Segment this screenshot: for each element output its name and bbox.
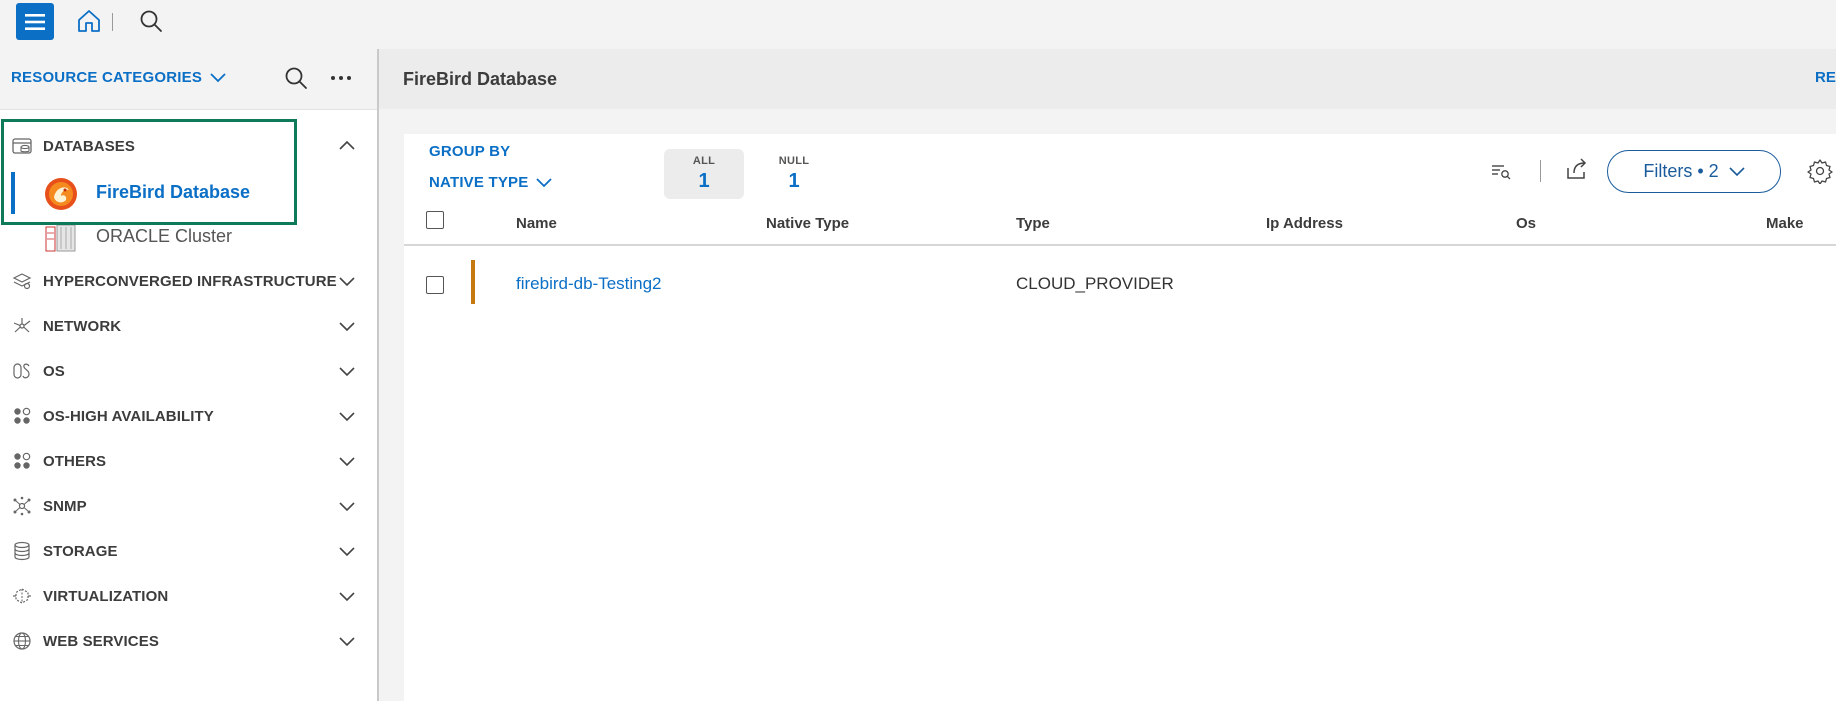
category-hyperconverged-infrastructure[interactable]: HYPERCONVERGED INFRASTRUCTURE: [0, 263, 377, 299]
group-by-value: NATIVE TYPE: [429, 174, 529, 191]
oracle-cluster-icon: [45, 224, 76, 252]
group-by-label: GROUP BY: [429, 143, 511, 160]
firebird-icon: [45, 178, 77, 210]
category-web-services[interactable]: WEB SERVICES: [0, 623, 377, 659]
category-label: OS: [43, 362, 65, 380]
share-export-icon: [1567, 158, 1587, 179]
category-os[interactable]: OS: [0, 353, 377, 389]
hyperconverged-icon: [12, 273, 32, 290]
count-label: ALL: [692, 155, 716, 167]
row-type: CLOUD_PROVIDER: [1016, 274, 1174, 293]
category-label: HYPERCONVERGED INFRASTRUCTURE: [43, 272, 337, 290]
chevron-down-icon: [339, 637, 355, 647]
column-header-type[interactable]: Type: [1016, 215, 1050, 232]
category-databases[interactable]: DATABASES: [0, 128, 377, 164]
column-header-ip-address[interactable]: Ip Address: [1266, 215, 1343, 232]
sidebar-item-oracle-cluster[interactable]: ORACLE Cluster: [0, 216, 377, 256]
category-label: NETWORK: [43, 317, 122, 335]
chevron-down-icon: [339, 412, 355, 422]
group-by-select[interactable]: NATIVE TYPE: [429, 174, 553, 191]
toolbar-divider: [1540, 160, 1541, 182]
column-header-name[interactable]: Name: [516, 215, 557, 232]
column-header-make[interactable]: Make: [1766, 215, 1804, 232]
category-label: OTHERS: [43, 452, 107, 470]
column-header-native-type[interactable]: Native Type: [766, 215, 849, 232]
chevron-down-icon: [339, 547, 355, 557]
divider: [112, 13, 113, 31]
row-status-flag: [471, 260, 475, 304]
settings-button[interactable]: [1807, 158, 1833, 184]
chevron-down-icon: [1729, 166, 1745, 176]
category-os-high-availability[interactable]: OS-HIGH AVAILABILITY: [0, 398, 377, 434]
database-icon: [12, 138, 32, 154]
row-name-link[interactable]: firebird-db-Testing2: [516, 274, 662, 294]
export-button[interactable]: [1564, 156, 1590, 182]
sidebar-item-firebird-database[interactable]: FireBird Database: [0, 172, 377, 212]
category-storage[interactable]: STORAGE: [0, 533, 377, 569]
resource-categories-dropdown[interactable]: RESOURCE CATEGORIES: [11, 69, 226, 86]
resource-list-card: GROUP BY NATIVE TYPE ALL 1 NULL 1 Filter…: [404, 134, 1836, 701]
category-label: WEB SERVICES: [43, 632, 159, 650]
column-search-button[interactable]: [1488, 158, 1514, 184]
network-icon: [13, 318, 31, 333]
category-others[interactable]: OTHERS: [0, 443, 377, 479]
top-bar: [0, 0, 1836, 49]
sidebar-item-label: ORACLE Cluster: [96, 226, 233, 246]
chevron-up-icon: [339, 140, 355, 150]
sidebar-header: RESOURCE CATEGORIES: [0, 49, 377, 110]
page-title: FireBird Database: [403, 69, 558, 89]
select-all-checkbox[interactable]: [426, 211, 444, 229]
chevron-down-icon: [210, 72, 226, 82]
count-label: NULL: [778, 155, 810, 167]
filters-button[interactable]: Filters • 2: [1607, 150, 1781, 193]
more-horizontal-icon: [331, 76, 351, 80]
count-value: 1: [698, 170, 710, 192]
snmp-icon: [13, 496, 31, 516]
count-value: 1: [788, 170, 800, 192]
chevron-down-icon: [339, 457, 355, 467]
chevron-down-icon: [536, 177, 553, 187]
sidebar-search-button[interactable]: [283, 65, 309, 91]
global-search-button[interactable]: [138, 8, 164, 34]
filters-label: Filters • 2: [1643, 161, 1719, 181]
hamburger-icon: [25, 13, 45, 30]
virtualization-icon: [13, 588, 31, 604]
others-icon: [14, 452, 31, 469]
hamburger-menu-button[interactable]: [16, 3, 54, 40]
row-checkbox[interactable]: [426, 276, 444, 294]
gear-icon: [1807, 159, 1833, 184]
chevron-down-icon: [339, 367, 355, 377]
chevron-down-icon: [339, 277, 355, 287]
storage-icon: [14, 541, 30, 561]
chevron-down-icon: [339, 592, 355, 602]
category-label: DATABASES: [43, 137, 136, 155]
list-search-icon: [1492, 165, 1511, 180]
search-icon: [140, 10, 162, 32]
main-header: FireBird Database: [379, 49, 1836, 109]
header-action-link[interactable]: RE: [1815, 69, 1836, 86]
chevron-down-icon: [339, 502, 355, 512]
sidebar-more-button[interactable]: [328, 65, 354, 91]
category-label: STORAGE: [43, 542, 118, 560]
count-filter-all[interactable]: ALL 1: [664, 149, 744, 199]
category-label: SNMP: [43, 497, 87, 515]
sidebar-item-label: FireBird Database: [96, 182, 251, 202]
table-header: Name Native Type Type Ip Address Os Make: [404, 202, 1836, 246]
category-label: VIRTUALIZATION: [43, 587, 169, 605]
category-virtualization[interactable]: VIRTUALIZATION: [0, 578, 377, 614]
category-label: OS-HIGH AVAILABILITY: [43, 407, 214, 425]
search-icon: [285, 67, 307, 89]
chevron-down-icon: [339, 322, 355, 332]
ha-icon: [14, 407, 31, 424]
globe-icon: [13, 632, 31, 650]
category-snmp[interactable]: SNMP: [0, 488, 377, 524]
table-row: firebird-db-Testing2 CLOUD_PROVIDER: [404, 246, 1836, 304]
os-icon: [13, 363, 30, 379]
count-filter-null[interactable]: NULL 1: [754, 149, 834, 199]
home-icon: [78, 10, 100, 32]
category-network[interactable]: NETWORK: [0, 308, 377, 344]
column-header-os[interactable]: Os: [1516, 215, 1536, 232]
resource-categories-label: RESOURCE CATEGORIES: [11, 69, 203, 86]
home-button[interactable]: [76, 8, 102, 34]
